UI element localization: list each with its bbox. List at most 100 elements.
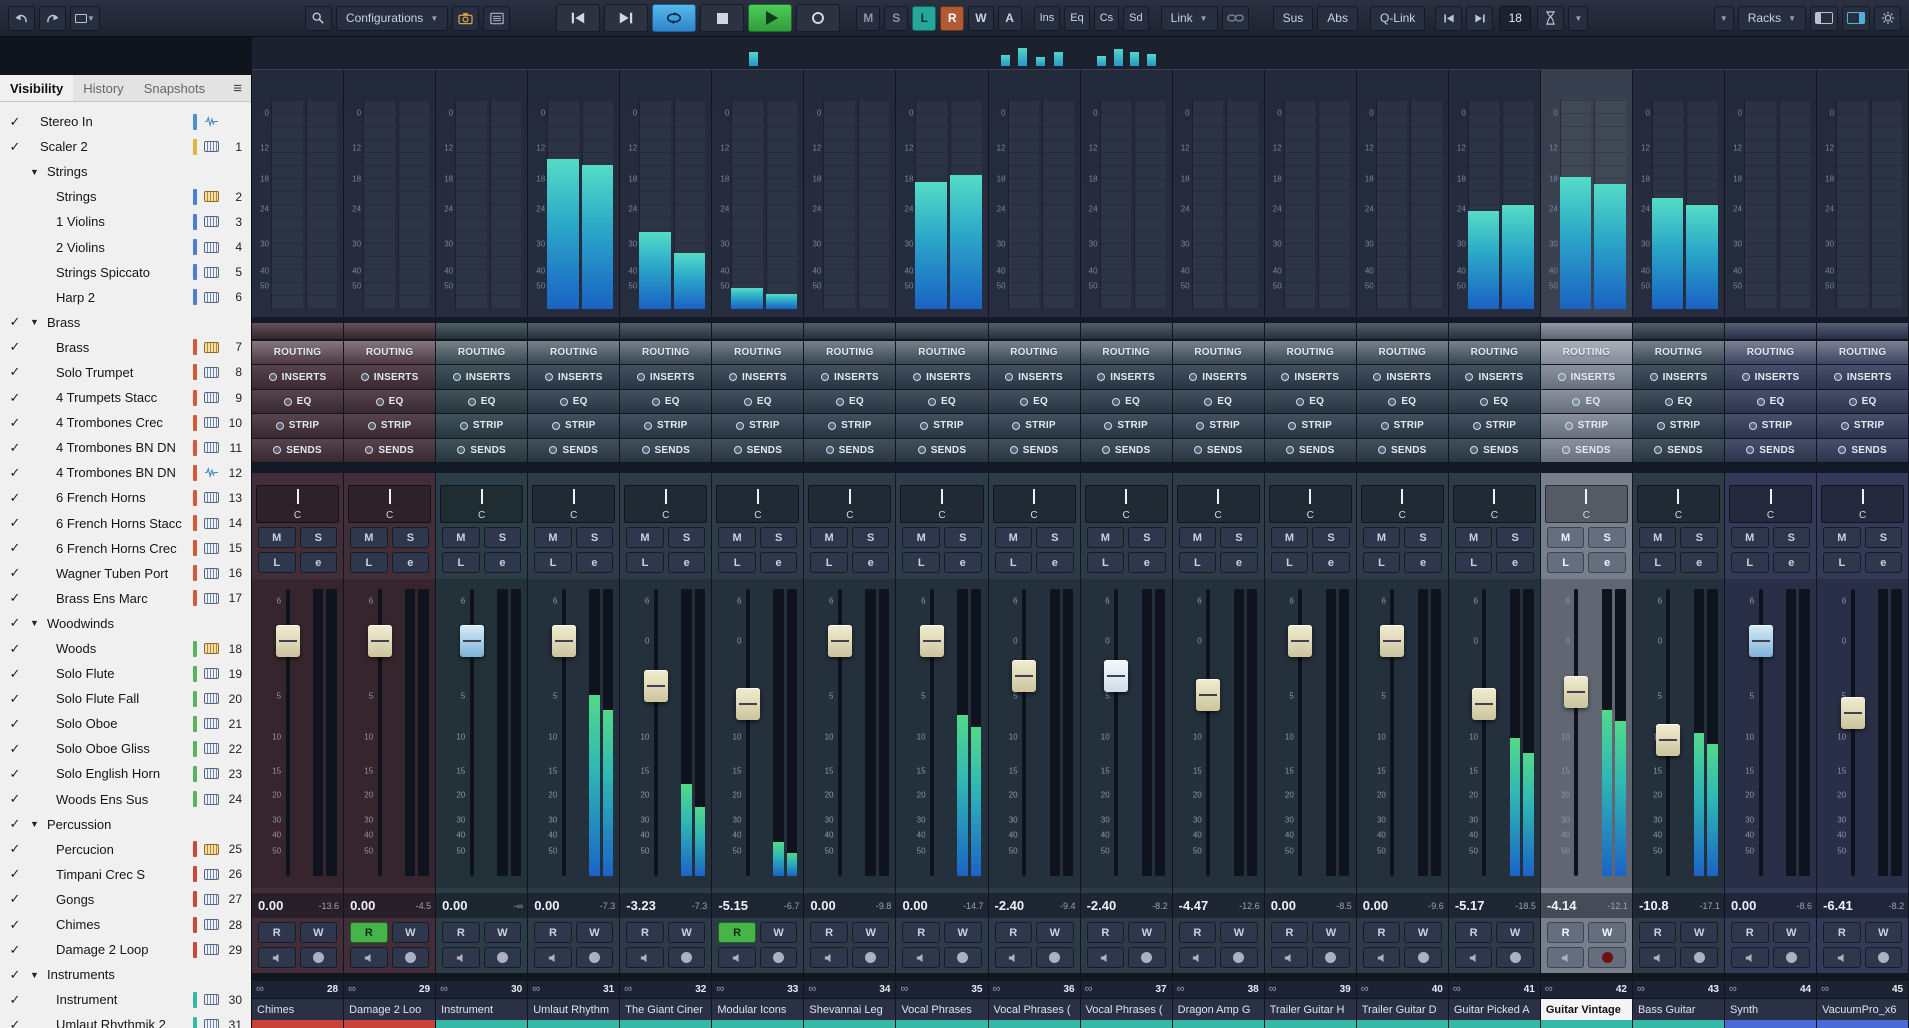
track-list-item[interactable]: ✓ 4 Trombones Crec 10 bbox=[0, 410, 251, 435]
rack-section-eq[interactable]: EQ bbox=[988, 389, 1080, 415]
pan-control[interactable]: C bbox=[716, 485, 800, 523]
zone-dropdown-button[interactable]: ▼ bbox=[1713, 5, 1734, 31]
track-list-item[interactable]: ✓ Brass 7 bbox=[0, 335, 251, 360]
edit-channel-button[interactable]: e bbox=[483, 552, 522, 573]
channel-link-row[interactable]: ∞ 36 bbox=[988, 981, 1080, 999]
track-list-item[interactable]: ✓ 4 Trombones BN DN 11 bbox=[0, 435, 251, 460]
rack-section-routing[interactable]: ROUTING bbox=[436, 341, 528, 366]
rack-section-sends[interactable]: SENDS bbox=[1356, 438, 1448, 464]
visibility-checkbox[interactable]: ✓ bbox=[0, 615, 30, 631]
rack-section-strip[interactable]: STRIP bbox=[804, 414, 896, 439]
solo-button[interactable]: S bbox=[1772, 527, 1811, 548]
edit-channel-button[interactable]: e bbox=[759, 552, 798, 573]
rack-section-strip[interactable]: STRIP bbox=[620, 414, 712, 439]
rack-section-strip[interactable]: STRIP bbox=[1725, 414, 1817, 439]
track-list-item[interactable]: ✓ ▼ Percussion bbox=[0, 812, 251, 837]
rack-section-sends[interactable]: SENDS bbox=[620, 438, 712, 464]
rack-section-eq[interactable]: EQ bbox=[1172, 389, 1264, 415]
rack-section-routing[interactable]: ROUTING bbox=[1725, 341, 1817, 366]
record-enable-button[interactable] bbox=[1680, 947, 1718, 968]
record-enable-button[interactable] bbox=[759, 947, 798, 968]
rack-section-strip[interactable]: STRIP bbox=[1172, 414, 1264, 439]
channel-link-row[interactable]: ∞ 35 bbox=[896, 981, 988, 999]
listen-button[interactable]: L bbox=[1823, 552, 1861, 573]
edit-channel-button[interactable]: e bbox=[943, 552, 982, 573]
rack-section-strip[interactable]: STRIP bbox=[1632, 414, 1724, 439]
rack-section-inserts[interactable]: INSERTS bbox=[1725, 365, 1817, 390]
record-enable-button[interactable] bbox=[1864, 947, 1903, 968]
fader-track[interactable] bbox=[745, 589, 750, 876]
rack-section-inserts[interactable]: INSERTS bbox=[436, 365, 528, 390]
track-list-item[interactable]: ✓ Timpani Crec S 26 bbox=[0, 862, 251, 887]
monitor-button[interactable] bbox=[1454, 947, 1493, 968]
fader-handle[interactable] bbox=[1656, 723, 1681, 756]
channel-name[interactable]: Chimes bbox=[252, 999, 344, 1020]
level-value-row[interactable]: 0.00 -13.6 bbox=[252, 893, 344, 918]
rack-section-inserts[interactable]: INSERTS bbox=[988, 365, 1080, 390]
write-automation-button[interactable]: W bbox=[1312, 922, 1350, 943]
write-automation-button[interactable]: W bbox=[483, 922, 522, 943]
visibility-checkbox[interactable]: ✓ bbox=[0, 816, 30, 832]
listen-button[interactable]: L bbox=[1178, 552, 1217, 573]
write-automation-button[interactable]: W bbox=[851, 922, 890, 943]
rack-section-strip[interactable]: STRIP bbox=[344, 414, 436, 439]
track-list-item[interactable]: ✓ Solo English Horn 23 bbox=[0, 761, 251, 786]
rack-section-strip[interactable]: STRIP bbox=[1817, 414, 1909, 439]
rack-section-inserts[interactable]: INSERTS bbox=[1632, 365, 1724, 390]
tab-visibility[interactable]: Visibility bbox=[0, 75, 74, 101]
pan-control[interactable]: C bbox=[256, 485, 340, 523]
sus-button[interactable]: Sus bbox=[1272, 5, 1314, 31]
visibility-checkbox[interactable]: ✓ bbox=[0, 1017, 30, 1028]
fader-handle[interactable] bbox=[367, 624, 392, 657]
track-list-item[interactable]: ✓ Solo Oboe Gliss 22 bbox=[0, 736, 251, 761]
record-enable-button[interactable] bbox=[299, 947, 338, 968]
listen-button[interactable]: L bbox=[1731, 552, 1769, 573]
level-value-row[interactable]: 0.00 -14.7 bbox=[896, 893, 988, 918]
record-enable-button[interactable] bbox=[943, 947, 982, 968]
write-automation-button[interactable]: W bbox=[391, 922, 430, 943]
read-automation-button[interactable]: R bbox=[718, 922, 756, 943]
rack-section-eq[interactable]: EQ bbox=[436, 389, 528, 415]
find-track-button[interactable] bbox=[304, 5, 332, 31]
solo-button[interactable]: S bbox=[851, 527, 890, 548]
write-automation-button[interactable]: W bbox=[1864, 922, 1903, 943]
rack-section-routing[interactable]: ROUTING bbox=[344, 341, 436, 366]
track-list-item[interactable]: 1 Violins 3 bbox=[0, 209, 251, 234]
listen-button[interactable]: L bbox=[258, 552, 296, 573]
rack-section-routing[interactable]: ROUTING bbox=[988, 341, 1080, 366]
track-list-item[interactable]: ▼ Strings bbox=[0, 159, 251, 184]
channel-name[interactable]: Umlaut Rhythm bbox=[528, 999, 620, 1020]
read-automation-button[interactable]: R bbox=[902, 922, 940, 943]
pan-control[interactable]: C bbox=[808, 485, 892, 523]
track-list-item[interactable]: ✓ Stereo In bbox=[0, 109, 251, 134]
track-list-item[interactable]: ✓ 6 French Horns 13 bbox=[0, 485, 251, 510]
rack-section-inserts[interactable]: INSERTS bbox=[804, 365, 896, 390]
write-automation-button[interactable]: W bbox=[1220, 922, 1258, 943]
rack-section-routing[interactable]: ROUTING bbox=[252, 341, 344, 366]
record-enable-button[interactable] bbox=[667, 947, 706, 968]
pan-control[interactable]: C bbox=[532, 485, 616, 523]
visibility-checkbox[interactable]: ✓ bbox=[0, 891, 30, 907]
pan-control[interactable]: C bbox=[624, 485, 708, 523]
listen-button[interactable]: L bbox=[994, 552, 1033, 573]
listen-button[interactable]: L bbox=[718, 552, 756, 573]
track-list-item[interactable]: ✓ Gongs 27 bbox=[0, 887, 251, 912]
visibility-checkbox[interactable]: ✓ bbox=[0, 942, 30, 958]
rack-section-eq[interactable]: EQ bbox=[1725, 389, 1817, 415]
global-solo-button[interactable]: S bbox=[884, 5, 909, 31]
visibility-checkbox[interactable]: ✓ bbox=[0, 440, 30, 456]
visibility-checkbox[interactable]: ✓ bbox=[0, 967, 30, 983]
mute-button[interactable]: M bbox=[350, 527, 388, 548]
rack-section-routing[interactable]: ROUTING bbox=[1356, 341, 1448, 366]
pan-control[interactable]: C bbox=[1636, 485, 1720, 523]
go-to-start-button[interactable] bbox=[556, 4, 601, 32]
pan-control[interactable]: C bbox=[1176, 485, 1260, 523]
channel-name[interactable]: Shevannai Leg bbox=[804, 999, 896, 1020]
pan-control[interactable]: C bbox=[1360, 485, 1444, 523]
channel-name[interactable]: Modular Icons bbox=[712, 999, 804, 1020]
mute-button[interactable]: M bbox=[1638, 527, 1677, 548]
monitor-button[interactable] bbox=[350, 947, 388, 968]
channel-link-row[interactable]: ∞ 41 bbox=[1448, 981, 1540, 999]
read-automation-button[interactable]: R bbox=[626, 922, 664, 943]
read-automation-button[interactable]: R bbox=[1270, 922, 1309, 943]
